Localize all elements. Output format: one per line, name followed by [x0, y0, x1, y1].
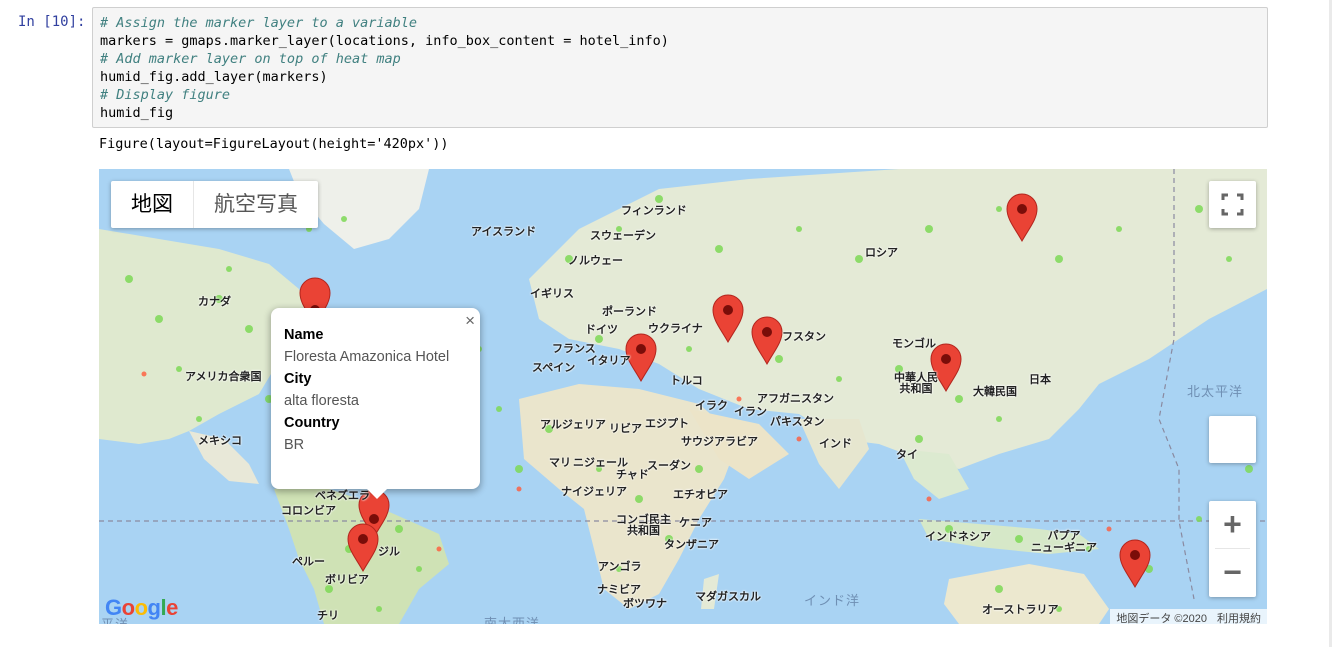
label-australia: オーストラリア — [982, 604, 1059, 616]
label-iceland: アイスランド — [471, 226, 537, 238]
info-name-label: Name — [284, 327, 324, 343]
label-kenya: ケニア — [679, 517, 712, 529]
info-country-value: BR — [284, 437, 305, 453]
label-pakistan: パキスタン — [770, 416, 825, 428]
map-attribution: 地図データ ©2020 利用規約 — [1110, 609, 1267, 624]
info-city-value: alta floresta — [284, 393, 359, 409]
label-norway: ノルウェー — [568, 255, 623, 267]
label-germany: ドイツ — [585, 324, 618, 336]
label-mexico: メキシコ — [198, 435, 242, 447]
label-ukraine: ウクライナ — [648, 323, 703, 335]
terms-link[interactable]: 利用規約 — [1217, 613, 1261, 624]
label-afghanistan: アフガニスタン — [757, 393, 834, 405]
map-data-credit: 地図データ ©2020 — [1116, 613, 1207, 624]
map-type-map-button[interactable]: 地図 — [111, 181, 193, 228]
label-mongolia: モンゴル — [892, 338, 936, 350]
info-name-value: Floresta Amazonica Hotel — [284, 349, 450, 365]
label-sweden: スウェーデン — [590, 230, 656, 242]
zoom-control: + − — [1209, 501, 1256, 597]
code-line: # Display figure — [100, 87, 231, 103]
label-korea: 大韓民国 — [973, 386, 1017, 398]
label-poland: ポーランド — [602, 306, 657, 318]
label-algeria: アルジェリア — [540, 419, 606, 431]
label-chad: チャド — [616, 469, 649, 481]
code-line: # Add marker layer on top of heat map — [100, 51, 401, 67]
label-north-pacific: 北太平洋 — [1187, 384, 1244, 399]
map-type-control: 地図 航空写真 — [111, 181, 318, 228]
label-peru: ペルー — [292, 556, 325, 568]
label-japan: 日本 — [1029, 374, 1051, 386]
label-bolivia: ボリビア — [325, 574, 369, 586]
cell-prompt: In [10]: — [18, 14, 86, 30]
map-widget[interactable]: フィンランド アイスランド スウェーデン ノルウェー ロシア イギリス ポーラン… — [99, 169, 1267, 624]
label-russia: ロシア — [865, 247, 898, 259]
zoom-out-button[interactable]: − — [1209, 549, 1256, 596]
label-botswana: ボツワナ — [623, 598, 667, 610]
fullscreen-button[interactable] — [1209, 181, 1256, 228]
label-colombia: コロンビア — [281, 505, 336, 517]
close-icon[interactable]: × — [465, 310, 475, 332]
label-india: インド — [819, 438, 852, 450]
label-saudi: サウジアラビア — [681, 436, 758, 448]
label-spain: スペイン — [532, 362, 576, 374]
label-libya: リビア — [609, 423, 642, 435]
label-usa: アメリカ合衆国 — [185, 371, 262, 383]
label-drc: コンゴ民主 共和国 — [616, 514, 671, 537]
label-kazakhstan: フスタン — [782, 331, 826, 343]
label-thailand: タイ — [896, 449, 918, 461]
label-indian-ocean: インド洋 — [804, 593, 861, 608]
google-logo: Google — [105, 595, 178, 620]
info-window: × Name Floresta Amazonica Hotel City alt… — [271, 308, 480, 499]
code-line: # Assign the marker layer to a variable — [100, 15, 417, 31]
label-png: パプア ニューギニア — [1031, 530, 1097, 554]
code-editor[interactable]: # Assign the marker layer to a variable m… — [92, 7, 1268, 128]
label-south-atlantic: 南大西洋 — [484, 616, 541, 624]
street-view-button[interactable] — [1209, 416, 1256, 463]
label-iraq: イラク — [695, 400, 728, 412]
label-tanzania: タンザニア — [664, 539, 719, 551]
label-egypt: エジプト — [645, 418, 689, 430]
label-venezuela: ベネズエラ — [315, 490, 370, 502]
label-brazil: ジル — [378, 546, 400, 558]
label-ethiopia: エチオピア — [673, 489, 728, 501]
label-uk: イギリス — [530, 288, 574, 300]
label-canada: カナダ — [198, 296, 231, 308]
map-type-satellite-button[interactable]: 航空写真 — [193, 181, 318, 228]
info-city-label: City — [284, 371, 312, 387]
label-angola: アンゴラ — [598, 561, 642, 573]
label-chile: チリ — [317, 610, 339, 622]
cell-output-text: Figure(layout=FigureLayout(height='420px… — [99, 136, 449, 152]
label-madagascar: マダガスカル — [695, 591, 761, 603]
map-marker — [1119, 539, 1151, 589]
label-finland: フィンランド — [621, 205, 687, 217]
label-italy: イタリア — [587, 355, 631, 367]
label-nigeria: ナイジェリア — [561, 486, 627, 498]
code-line: humid_fig — [100, 105, 174, 121]
label-sudan: スーダン — [647, 460, 691, 472]
label-turkey: トルコ — [670, 375, 703, 387]
info-country-label: Country — [284, 415, 340, 431]
zoom-in-button[interactable]: + — [1209, 501, 1256, 548]
fullscreen-icon — [1221, 193, 1244, 216]
label-mali: マリ — [549, 457, 571, 469]
code-line: humid_fig.add_layer(markers) — [100, 69, 328, 85]
label-china: 中華人民 共和国 — [894, 372, 938, 395]
label-indonesia: インドネシア — [925, 531, 991, 543]
code-line: markers = gmaps.marker_layer(locations, … — [100, 33, 669, 49]
